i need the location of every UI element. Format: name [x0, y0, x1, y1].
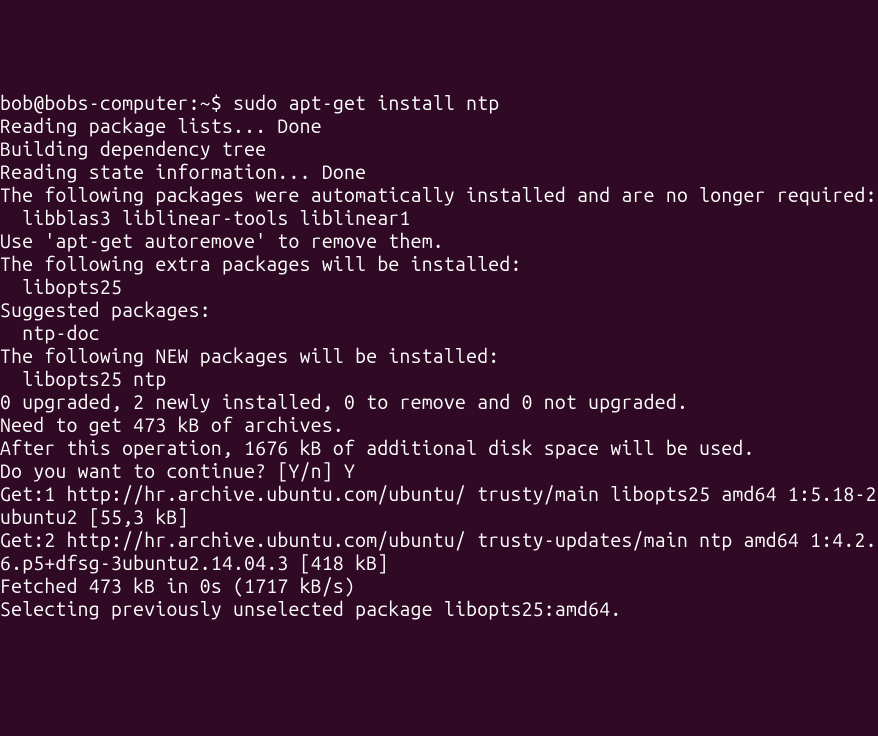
- terminal-window[interactable]: bob@bobs-computer:~$ sudo apt-get instal…: [0, 92, 878, 621]
- output-line: ntp-doc: [0, 322, 100, 344]
- output-line: libopts25 ntp: [0, 368, 166, 390]
- output-line: Use 'apt-get autoremove' to remove them.: [0, 230, 444, 252]
- output-line: Get:1 http://hr.archive.ubuntu.com/ubunt…: [0, 483, 877, 528]
- output-line: Reading package lists... Done: [0, 115, 322, 137]
- prompt-end: $: [211, 92, 233, 114]
- output-line: libopts25: [0, 276, 122, 298]
- output-line: Do you want to continue? [Y/n] Y: [0, 460, 355, 482]
- output-line: The following packages were automaticall…: [0, 184, 877, 206]
- output-line: Get:2 http://hr.archive.ubuntu.com/ubunt…: [0, 529, 877, 574]
- output-line: Selecting previously unselected package …: [0, 598, 621, 620]
- output-line: Fetched 473 kB in 0s (1717 kB/s): [0, 575, 355, 597]
- output-line: Suggested packages:: [0, 299, 211, 321]
- output-line: libblas3 liblinear-tools liblinear1: [0, 207, 411, 229]
- prompt-path: ~: [200, 92, 211, 114]
- output-line: Need to get 473 kB of archives.: [0, 414, 344, 436]
- prompt-user-host: bob@bobs-computer: [0, 92, 189, 114]
- output-line: 0 upgraded, 2 newly installed, 0 to remo…: [0, 391, 688, 413]
- output-line: Reading state information... Done: [0, 161, 366, 183]
- output-line: After this operation, 1676 kB of additio…: [0, 437, 755, 459]
- output-line: The following extra packages will be ins…: [0, 253, 522, 275]
- prompt-separator: :: [189, 92, 200, 114]
- output-line: Building dependency tree: [0, 138, 266, 160]
- output-line: The following NEW packages will be insta…: [0, 345, 499, 367]
- command-input: sudo apt-get install ntp: [233, 92, 499, 114]
